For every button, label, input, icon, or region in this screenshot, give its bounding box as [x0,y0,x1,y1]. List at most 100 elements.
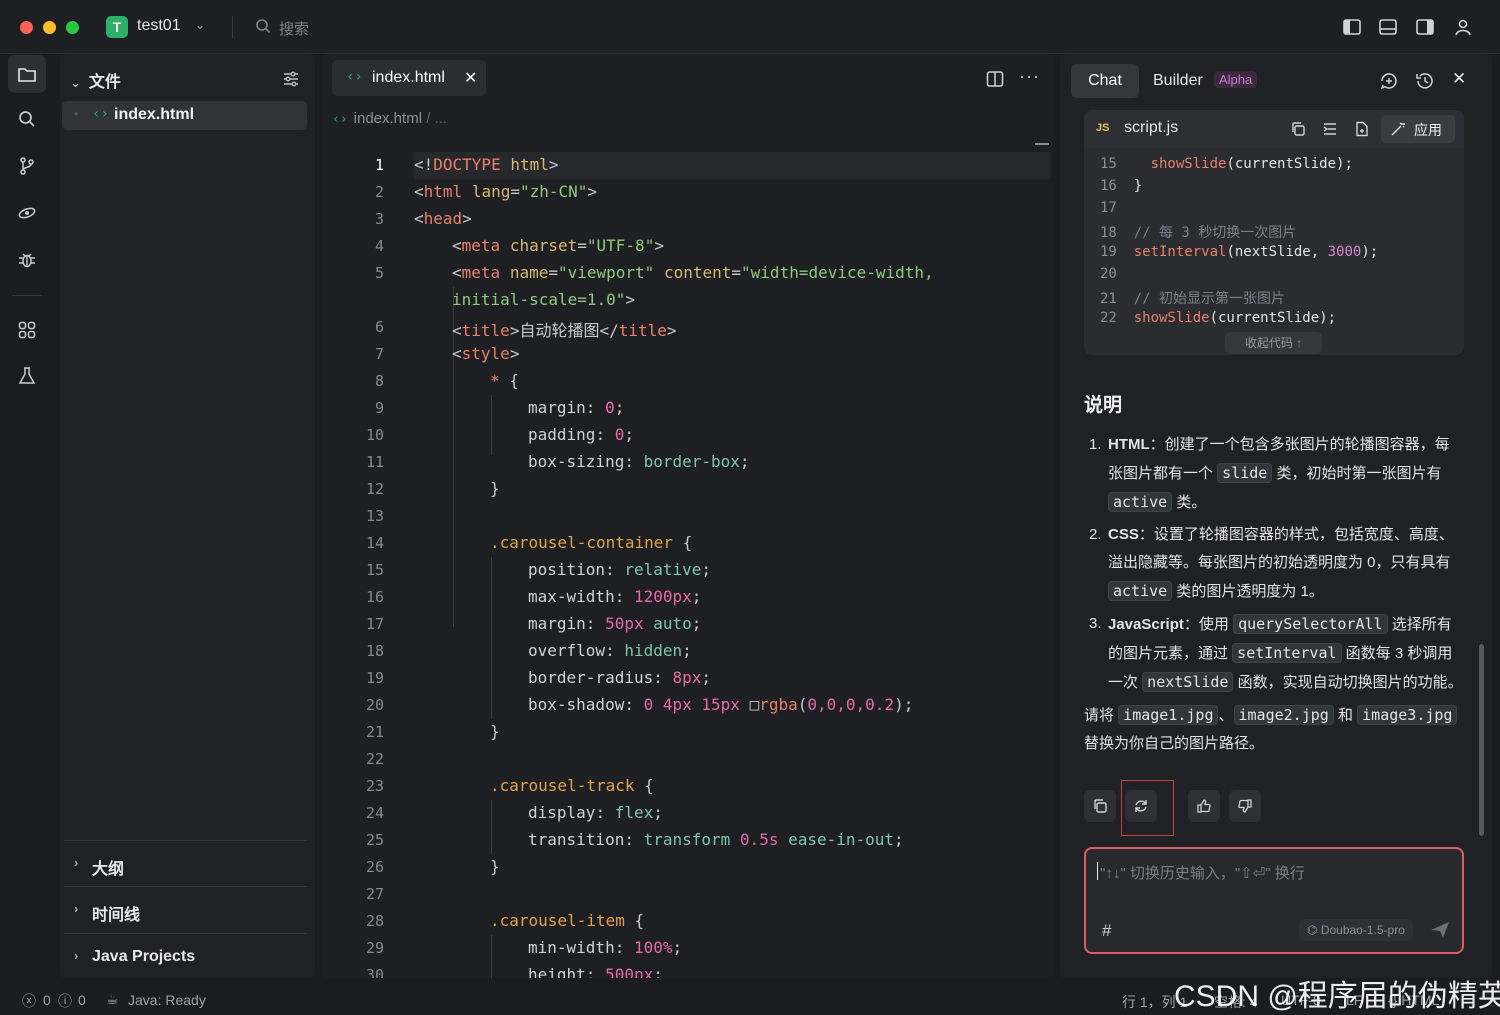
code-line[interactable]: margin: 50px auto; [528,614,701,633]
snippet-file-name[interactable]: script.js [1124,119,1178,137]
code-line[interactable]: <html lang="zh-CN"> [414,182,597,201]
thumbs-down-icon [1238,799,1252,813]
testing-flask-icon[interactable] [8,357,46,395]
chat-input-placeholder: "↑↓" 切换历史输入，"⇧⏎" 换行 [1100,865,1305,882]
inline-code: setInterval [1232,643,1342,663]
tab-builder[interactable]: Builder [1153,72,1203,90]
minimize-window-button[interactable] [43,21,56,34]
more-actions-icon[interactable]: ··· [1019,66,1040,87]
chat-input[interactable]: "↑↓" 切换历史输入，"⇧⏎" 换行 # ⌬ Doubao-1.5-pro [1084,847,1464,954]
java-status[interactable]: Java: Ready [128,992,206,1008]
code-line[interactable]: <title>自动轮播图</title> [452,317,677,341]
section-timeline[interactable]: › 时间线 [64,886,307,932]
inline-code: image1.jpg [1118,705,1219,725]
line-number: 13 [365,507,384,525]
remote-icon[interactable] [8,194,46,232]
code-line[interactable]: initial-scale=1.0"> [452,290,635,309]
project-name[interactable]: test01 [137,17,181,35]
code-line[interactable]: <meta charset="UTF-8"> [452,236,664,255]
code-line[interactable]: <!DOCTYPE html> [414,155,559,174]
code-line[interactable]: padding: 0; [528,425,634,444]
search-icon[interactable] [255,18,271,34]
explorer-icon[interactable] [8,55,46,93]
chevron-down-icon[interactable]: ⌄ [195,18,205,32]
divider [232,16,233,38]
code-line[interactable]: .carousel-container { [490,533,692,552]
code-line[interactable]: height: 500px; [528,965,663,978]
new-file-icon[interactable] [1354,121,1370,137]
warning-count[interactable]: 0 [78,992,86,1008]
code-line[interactable]: overflow: hidden; [528,641,692,660]
line-number: 15 [365,561,384,579]
code-line[interactable]: } [490,857,500,876]
code-line[interactable]: } [490,722,500,741]
code-line[interactable]: box-sizing: border-box; [528,452,750,471]
explanation-item: 2. CSS：设置了轮播图容器的样式，包括宽度、高度、溢出隐藏等。每张图片的初始透… [1084,521,1464,606]
line-number: 21 [365,723,384,741]
line-number: 3 [374,210,384,228]
inline-code: active [1108,581,1173,601]
thumbs-down-button[interactable] [1229,790,1261,822]
copy-response-button[interactable] [1084,790,1116,822]
code-line[interactable]: position: relative; [528,560,711,579]
context-hash-button[interactable]: # [1102,921,1111,941]
explorer-header[interactable]: ⌄ 文件 [70,68,121,92]
tab-index-html[interactable]: ‹› index.html ✕ [332,60,486,96]
code-line[interactable]: .carousel-track { [490,776,654,795]
new-chat-icon[interactable] [1379,71,1399,91]
toggle-sidebar-icon[interactable] [1342,17,1362,37]
breadcrumb-file[interactable]: index.html [354,110,422,127]
watermark: CSDN @程序届的伪精英 [1174,980,1500,1013]
section-outline[interactable]: › 大纲 [64,840,307,886]
file-item-index-html[interactable]: • ‹› index.html [62,101,307,130]
project-badge[interactable]: T [106,16,128,38]
section-java-projects[interactable]: › Java Projects [64,933,307,979]
code-line[interactable]: .carousel-item { [490,911,644,930]
error-count[interactable]: 0 [43,992,51,1008]
code-line[interactable]: } [490,479,500,498]
toggle-secondary-sidebar-icon[interactable] [1415,17,1435,37]
close-window-button[interactable] [20,21,33,34]
code-line[interactable]: <head> [414,209,472,228]
insert-icon[interactable] [1322,121,1338,137]
apply-button[interactable]: 应用 [1381,115,1455,143]
error-icon[interactable]: ⓧ [22,991,36,1011]
close-icon[interactable]: ✕ [464,68,477,88]
model-selector[interactable]: ⌬ Doubao-1.5-pro [1299,919,1413,941]
code-line[interactable]: <style> [452,344,519,363]
code-line[interactable]: max-width: 1200px; [528,587,701,606]
code-line[interactable]: border-radius: 8px; [528,668,711,687]
text: 类的图片透明度为 1。 [1172,583,1324,600]
line-number: 18 [365,642,384,660]
code-line[interactable]: <meta name="viewport" content="width=dev… [452,263,934,282]
warning-icon[interactable]: ⓘ [58,991,72,1011]
close-icon[interactable]: ✕ [1452,69,1466,89]
account-icon[interactable] [1453,17,1473,37]
source-control-icon[interactable] [8,147,46,185]
send-icon[interactable] [1429,920,1451,940]
copy-icon[interactable] [1290,121,1306,137]
code-line[interactable]: * { [490,371,519,390]
history-icon[interactable] [1415,71,1435,91]
search-input[interactable]: 搜索 [279,18,309,39]
maximize-window-button[interactable] [66,21,79,34]
toggle-panel-icon[interactable] [1378,17,1398,37]
filter-settings-icon[interactable] [282,70,300,88]
code-line[interactable]: min-width: 100%; [528,938,682,957]
text-cursor [1097,862,1098,880]
collapse-code-button[interactable]: 收起代码 ↑ [1225,332,1322,354]
breadcrumb-more[interactable]: / ... [426,110,447,127]
scrollbar-thumb[interactable] [1479,644,1484,836]
debug-icon[interactable] [8,241,46,279]
search-icon[interactable] [8,100,46,138]
code-line[interactable]: margin: 0; [528,398,624,417]
thumbs-up-button[interactable] [1188,790,1220,822]
code-line[interactable]: transition: transform 0.5s ease-in-out; [528,830,904,849]
thumbs-up-icon [1197,799,1211,813]
tab-chat[interactable]: Chat [1071,64,1139,98]
code-line[interactable]: box-shadow: 0 4px 15px □rgba(0,0,0,0.2); [528,695,913,714]
split-editor-icon[interactable] [986,70,1004,88]
explanation-list: 1. HTML：创建了一个包含多张图片的轮播图容器，每张图片都有一个 slide … [1084,431,1464,758]
extensions-icon[interactable] [8,311,46,349]
code-line[interactable]: display: flex; [528,803,663,822]
